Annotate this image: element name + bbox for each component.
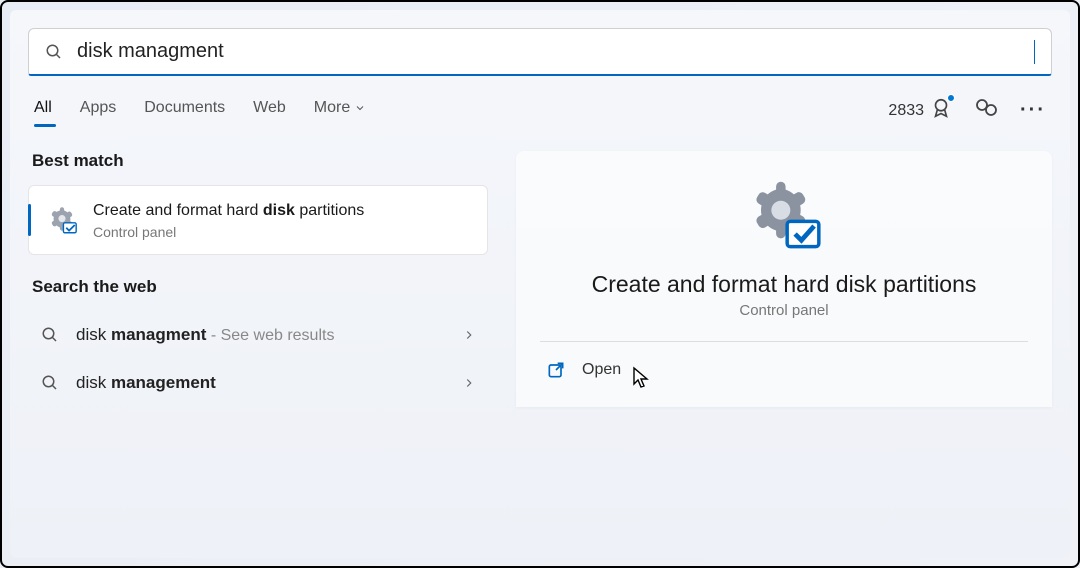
search-icon [45, 43, 63, 61]
best-match-subtitle: Control panel [93, 224, 364, 240]
chevron-right-icon [462, 328, 476, 342]
chat-icon[interactable] [974, 96, 998, 125]
cursor-icon [632, 366, 652, 390]
tab-more[interactable]: More [314, 99, 366, 123]
chevron-right-icon [462, 376, 476, 390]
points-value: 2833 [888, 102, 924, 120]
tab-web[interactable]: Web [253, 99, 286, 123]
best-match-title: Create and format hard disk partitions [93, 200, 364, 222]
search-icon [40, 374, 60, 392]
web-result-text: disk managment - See web results [76, 325, 446, 345]
open-label: Open [582, 361, 621, 379]
best-match-heading: Best match [32, 151, 488, 171]
open-action[interactable]: Open [540, 342, 1028, 398]
tabs-row: All Apps Documents Web More 2833 ··· [28, 96, 1052, 125]
tab-apps[interactable]: Apps [80, 99, 116, 123]
detail-panel: Create and format hard disk partitions C… [516, 151, 1052, 407]
search-web-heading: Search the web [32, 277, 488, 297]
chevron-down-icon [354, 102, 366, 114]
more-options-icon[interactable]: ··· [1020, 99, 1046, 122]
web-result-1[interactable]: disk managment - See web results [28, 311, 488, 359]
search-input[interactable] [77, 40, 1034, 63]
medal-icon [930, 97, 952, 124]
control-panel-gear-icon [45, 203, 79, 237]
tab-all[interactable]: All [34, 99, 52, 123]
control-panel-gear-icon [746, 177, 822, 253]
results-column: Best match Create and format hard disk p… [28, 151, 488, 407]
search-box[interactable] [28, 28, 1052, 76]
detail-subtitle: Control panel [739, 302, 828, 319]
search-panel: All Apps Documents Web More 2833 ··· [10, 10, 1070, 558]
tab-documents[interactable]: Documents [144, 99, 225, 123]
web-result-text: disk management [76, 373, 446, 393]
text-caret [1034, 40, 1035, 64]
web-result-2[interactable]: disk management [28, 359, 488, 407]
search-icon [40, 326, 60, 344]
rewards-points[interactable]: 2833 [888, 97, 952, 124]
detail-title: Create and format hard disk partitions [592, 271, 977, 298]
best-match-result[interactable]: Create and format hard disk partitions C… [28, 185, 488, 255]
external-link-icon [546, 360, 566, 380]
